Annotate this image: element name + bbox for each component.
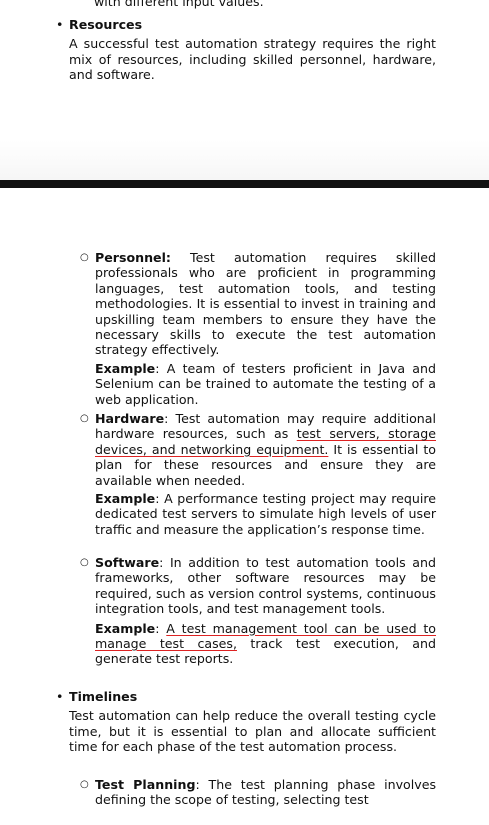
resources-heading: Resources bbox=[69, 17, 143, 32]
software-example-colon: : bbox=[155, 620, 167, 636]
hardware-example-label: Example bbox=[95, 491, 156, 507]
timelines-section: • Timelines Test automation can help red… bbox=[56, 689, 436, 755]
software-text: Software: In addition to test automation… bbox=[95, 555, 436, 617]
personnel-text: Personnel: Test automation requires skil… bbox=[95, 250, 436, 358]
bullet-icon: • bbox=[56, 689, 64, 704]
page-gap bbox=[0, 140, 489, 180]
test-planning-text: Test Planning: The test planning phase i… bbox=[95, 777, 436, 808]
personnel-body: Test automation requires skilled profess… bbox=[95, 250, 436, 358]
circle-bullet-icon: ○ bbox=[80, 779, 89, 790]
resources-section: • Resources A successful test automation… bbox=[56, 17, 436, 83]
personnel-label: Personnel: bbox=[95, 250, 171, 265]
circle-bullet-icon: ○ bbox=[80, 557, 89, 568]
timelines-bullet: • Timelines bbox=[56, 689, 436, 704]
timelines-heading: Timelines bbox=[69, 689, 138, 704]
timelines-body: Test automation can help reduce the over… bbox=[69, 708, 436, 755]
hardware-text: Hardware: Test automation may require ad… bbox=[95, 411, 436, 488]
resources-body: A successful test automation strategy re… bbox=[69, 36, 436, 83]
hardware-example: Example: A performance testing project m… bbox=[95, 491, 436, 537]
personnel-example: Example: A team of testers proficient in… bbox=[95, 361, 436, 407]
personnel-example-label: Example bbox=[95, 360, 156, 376]
page-break-bar bbox=[0, 180, 489, 188]
software-item: ○ Software: In addition to test automati… bbox=[80, 555, 436, 667]
software-label: Software bbox=[95, 555, 160, 570]
circle-bullet-icon: ○ bbox=[80, 252, 89, 263]
software-example: Example: A test management tool can be u… bbox=[95, 621, 436, 667]
top-fragment: with different input values. bbox=[94, 0, 436, 9]
circle-bullet-icon: ○ bbox=[80, 413, 89, 424]
test-planning-label: Test Planning bbox=[95, 777, 196, 792]
personnel-item: ○ Personnel: Test automation requires sk… bbox=[80, 250, 436, 407]
hardware-label: Hardware bbox=[95, 411, 165, 426]
software-example-label: Example bbox=[95, 620, 156, 636]
top-fragment-text: with different input values. bbox=[94, 0, 264, 9]
bullet-icon: • bbox=[56, 17, 64, 32]
resources-bullet: • Resources bbox=[56, 17, 436, 32]
test-planning-item: ○ Test Planning: The test planning phase… bbox=[80, 777, 436, 808]
document-page: with different input values. • Resources… bbox=[0, 0, 489, 825]
hardware-item: ○ Hardware: Test automation may require … bbox=[80, 411, 436, 537]
